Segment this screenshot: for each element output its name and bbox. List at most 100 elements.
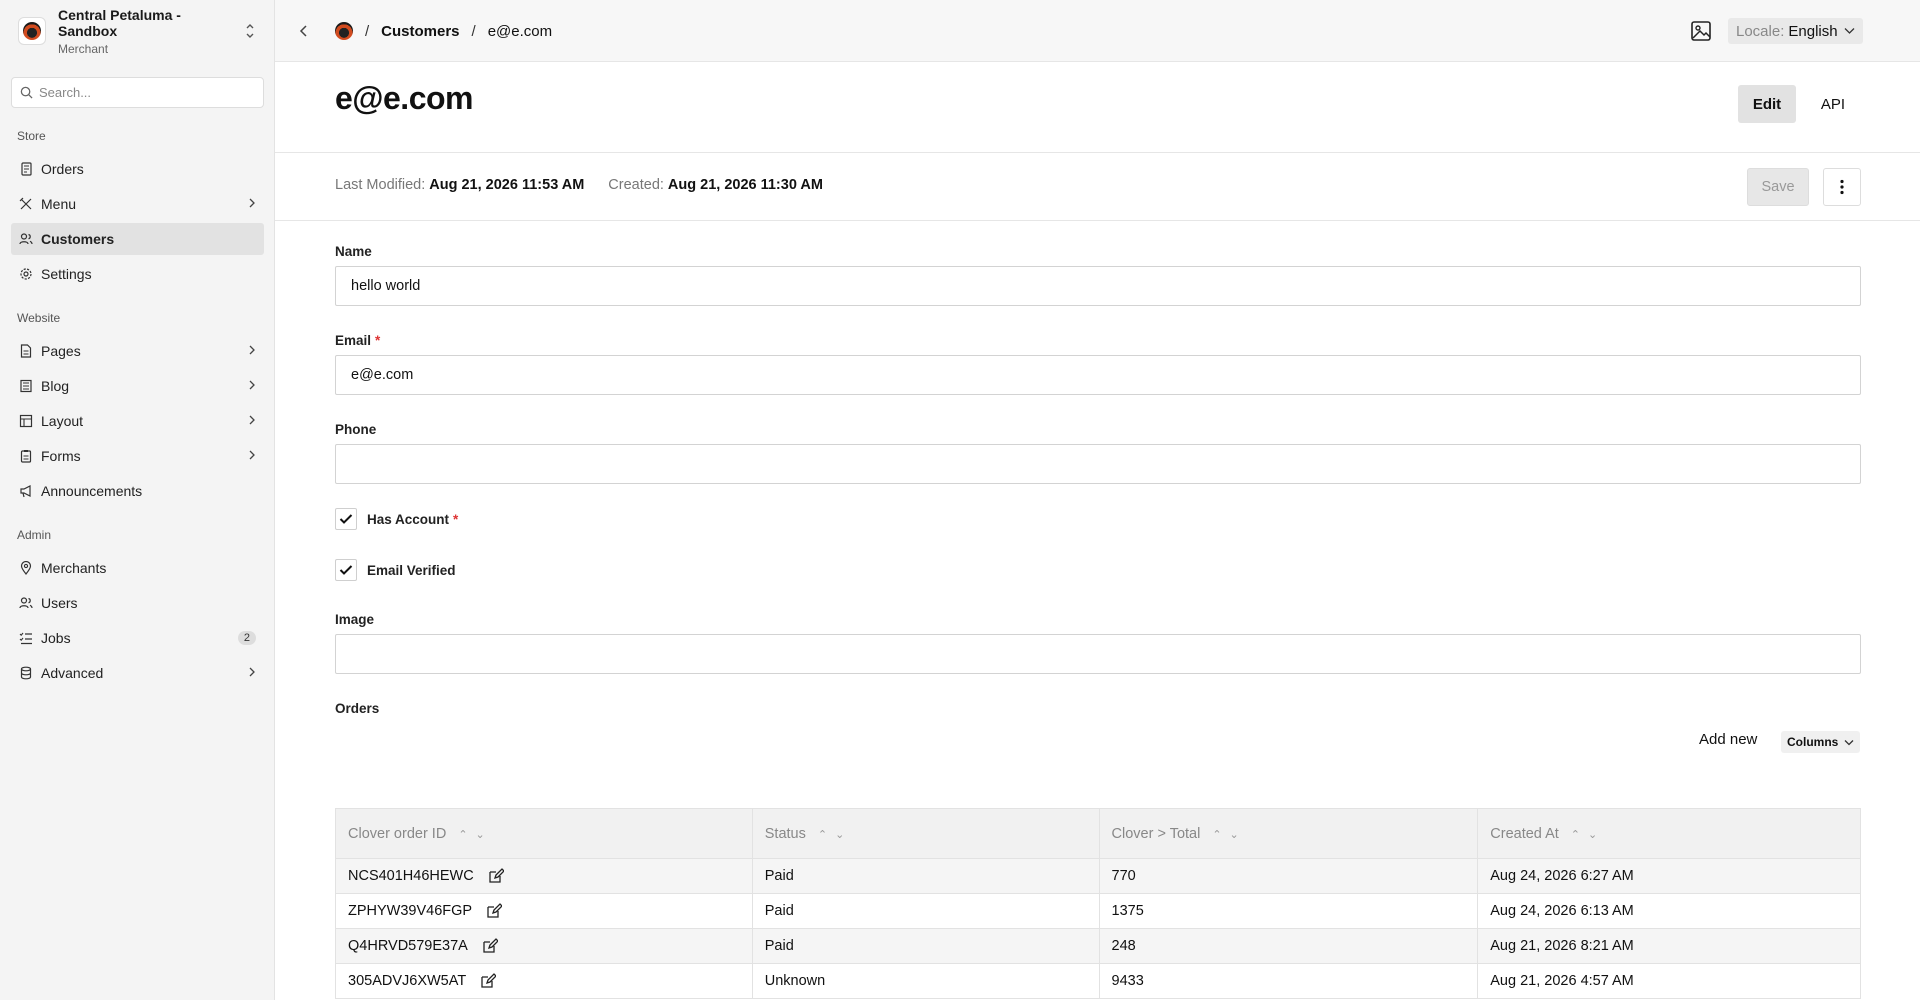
org-switcher[interactable]: Central Petaluma - Sandbox Merchant xyxy=(10,6,265,56)
order-id-cell: NCS401H46HEWC xyxy=(335,858,753,894)
has-account-label: Has Account xyxy=(367,511,450,527)
breadcrumb-customers[interactable]: Customers xyxy=(381,23,459,40)
phone-label: Phone xyxy=(335,422,377,437)
has-account-checkbox[interactable] xyxy=(335,508,357,530)
phone-field[interactable] xyxy=(335,444,1861,484)
sidebar-item-forms[interactable]: Forms xyxy=(11,440,264,472)
chevron-up-down-icon[interactable] xyxy=(243,22,257,40)
breadcrumb-separator: / xyxy=(365,22,370,40)
edit-icon[interactable] xyxy=(480,973,497,989)
required-mark: * xyxy=(375,333,381,348)
sidebar-item-label: Customers xyxy=(41,231,115,247)
image-field[interactable] xyxy=(335,634,1861,674)
sidebar-item-settings[interactable]: Settings xyxy=(11,258,264,290)
sidebar-item-layout[interactable]: Layout xyxy=(11,405,264,437)
orders-table: Clover order ID ⌃⌄ Status ⌃⌄ Clover > Tota… xyxy=(335,808,1861,999)
sidebar-item-orders[interactable]: Orders xyxy=(11,153,264,185)
sidebar-item-merchants[interactable]: Merchants xyxy=(11,552,264,584)
sidebar-item-menu[interactable]: Menu xyxy=(11,188,264,220)
chevron-right-icon xyxy=(248,666,256,680)
search-icon xyxy=(20,86,33,99)
email-label-text: Email xyxy=(335,333,372,348)
sidebar-item-announcements[interactable]: Announcements xyxy=(11,475,264,507)
sidebar-item-pages[interactable]: Pages xyxy=(11,335,264,367)
created-cell: Aug 24, 2026 6:27 AM xyxy=(1477,858,1861,894)
users-icon xyxy=(19,232,33,246)
table-row[interactable]: ZPHYW39V46FGP Paid 1375 Aug 24, 2026 6:1… xyxy=(335,893,1861,929)
table-row[interactable]: 305ADVJ6XW5AT Unknown 9433 Aug 21, 2026 … xyxy=(335,963,1861,999)
created-value: Aug 21, 2026 11:30 AM xyxy=(667,177,823,193)
email-field[interactable]: e@e.com xyxy=(335,355,1861,395)
columns-dropdown[interactable]: Columns xyxy=(1781,731,1861,753)
column-header[interactable]: Clover order ID ⌃⌄ xyxy=(335,808,753,859)
save-button[interactable]: Save xyxy=(1747,168,1809,206)
order-id: 305ADVJ6XW5AT xyxy=(348,972,467,989)
search-input[interactable] xyxy=(39,85,249,100)
sidebar-item-users[interactable]: Users xyxy=(11,587,264,619)
chevron-down-icon xyxy=(1844,28,1855,34)
edit-icon[interactable] xyxy=(488,868,504,884)
sidebar-item-label: Forms xyxy=(41,448,81,464)
total-cell: 9433 xyxy=(1098,963,1479,999)
image-label: Image xyxy=(335,612,375,627)
map-pin-icon xyxy=(19,561,33,575)
column-header[interactable]: Clover > Total ⌃⌄ xyxy=(1098,808,1479,859)
add-new-button[interactable]: Add new xyxy=(1699,731,1757,748)
column-header-label: Clover > Total xyxy=(1111,825,1201,842)
orders-label: Orders xyxy=(335,701,380,716)
edit-icon[interactable] xyxy=(482,938,498,954)
email-verified-label: Email Verified xyxy=(367,562,456,578)
sidebar-item-label: Blog xyxy=(41,378,70,394)
table-row[interactable]: Q4HRVD579E37A Paid 248 Aug 21, 2026 8:21… xyxy=(335,928,1861,964)
receipt-icon xyxy=(19,162,33,176)
chevron-right-icon xyxy=(248,414,256,428)
sort-icon[interactable]: ⌃⌄ xyxy=(818,829,852,841)
total-cell: 1375 xyxy=(1098,893,1479,929)
email-verified-row: Email Verified xyxy=(335,559,456,581)
locale-label: Locale: xyxy=(1736,22,1785,40)
breadcrumb: / Customers / e@e.com xyxy=(335,0,552,62)
email-verified-checkbox[interactable] xyxy=(335,559,357,581)
chevron-right-icon xyxy=(248,379,256,393)
org-logo-small[interactable] xyxy=(335,22,353,40)
order-id-cell: 305ADVJ6XW5AT xyxy=(335,963,753,999)
column-header[interactable]: Created At ⌃⌄ xyxy=(1477,808,1861,859)
column-header[interactable]: Status ⌃⌄ xyxy=(751,808,1100,859)
email-label: Email * xyxy=(335,333,380,348)
edit-icon[interactable] xyxy=(486,903,503,919)
sidebar-item-label: Menu xyxy=(41,196,77,212)
status-cell: Paid xyxy=(751,858,1100,894)
chevron-right-icon xyxy=(248,344,256,358)
sidebar-item-advanced[interactable]: Advanced xyxy=(11,657,264,689)
total-cell: 248 xyxy=(1098,928,1479,964)
sidebar-item-customers[interactable]: Customers xyxy=(11,223,264,255)
sidebar-item-label: Pages xyxy=(41,343,81,359)
breadcrumb-separator: / xyxy=(471,22,476,40)
search-box[interactable] xyxy=(11,77,264,108)
chevron-left-icon[interactable] xyxy=(295,22,313,40)
section-website: Website xyxy=(17,311,61,325)
sidebar-item-blog[interactable]: Blog xyxy=(11,370,264,402)
sort-icon[interactable]: ⌃⌄ xyxy=(1571,829,1605,841)
tab-api[interactable]: API xyxy=(1804,85,1862,123)
file-icon xyxy=(19,344,33,358)
image-icon[interactable] xyxy=(1690,20,1712,42)
columns-label: Columns xyxy=(1787,735,1839,749)
topbar: / Customers / e@e.com Locale: English xyxy=(275,0,1920,62)
more-actions-button[interactable] xyxy=(1823,168,1861,206)
locale-value: English xyxy=(1788,22,1838,40)
tab-edit[interactable]: Edit xyxy=(1738,85,1796,123)
sort-icon[interactable]: ⌃⌄ xyxy=(1212,829,1246,841)
modified-label: Last Modified: xyxy=(335,177,426,193)
sidebar-item-label: Users xyxy=(41,595,78,611)
sort-icon[interactable]: ⌃⌄ xyxy=(458,829,492,841)
database-icon xyxy=(19,666,33,680)
table-row[interactable]: NCS401H46HEWC Paid 770 Aug 24, 2026 6:27… xyxy=(335,858,1861,894)
sidebar-item-label: Advanced xyxy=(41,665,104,681)
name-field[interactable]: hello world xyxy=(335,266,1861,306)
locale-select[interactable]: Locale: English xyxy=(1728,18,1863,44)
status-cell: Paid xyxy=(751,928,1100,964)
sidebar-item-jobs[interactable]: Jobs 2 xyxy=(11,622,264,654)
chevron-right-icon xyxy=(248,197,256,211)
check-icon xyxy=(339,565,353,575)
